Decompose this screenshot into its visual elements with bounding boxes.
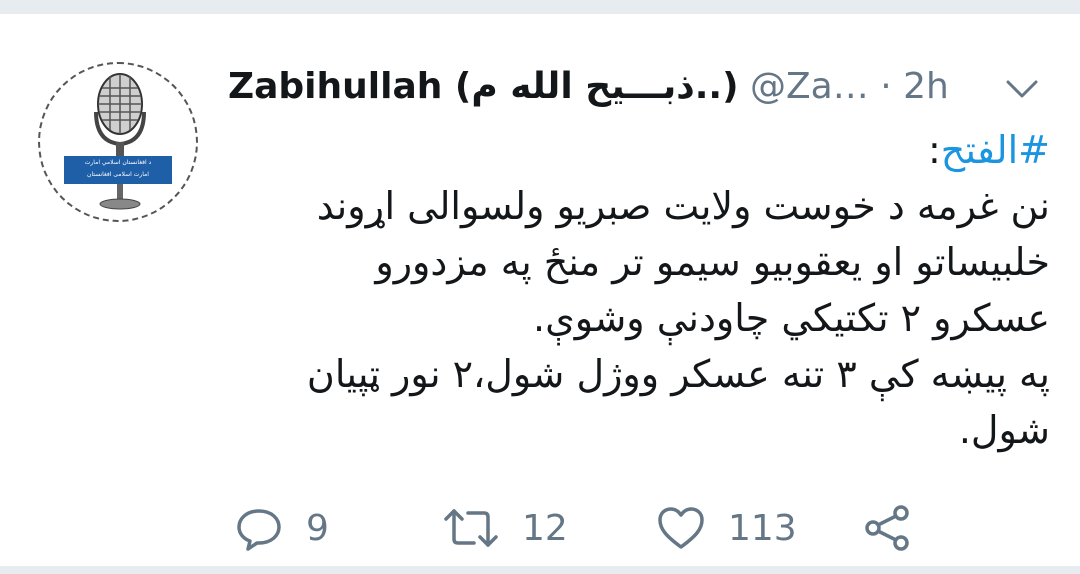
hashtag-line: #الفتح: (280, 122, 1050, 178)
avatar-banner-text-1: د افغانستان اسلامي امارت (84, 159, 152, 166)
hashtag-colon: : (927, 128, 941, 172)
heart-icon (658, 507, 704, 549)
like-button[interactable]: 113 (656, 500, 797, 556)
tweet-text-paragraph-2: په پيښه کې ۳ تنه عسکر ووژل شول،۲ نور ټپي… (306, 352, 1050, 452)
user-handle[interactable]: @Za… (750, 66, 869, 107)
avatar[interactable]: د افغانستان اسلامي امارت امارت اسلامی اف… (38, 62, 198, 222)
display-name[interactable]: Zabihullah (ذبـــیح الله م..) (228, 66, 739, 107)
tweet-actions: 9 12 113 (228, 500, 1028, 556)
tweet-header: Zabihullah (ذبـــیح الله م..) @Za… · 2h (228, 64, 1048, 114)
retweet-icon (444, 509, 498, 547)
more-options-button[interactable] (1002, 72, 1042, 104)
like-count: 113 (728, 507, 797, 549)
bottom-divider (0, 566, 1080, 574)
reply-button[interactable]: 9 (234, 500, 329, 556)
top-divider (0, 0, 1080, 14)
reply-icon (237, 509, 281, 551)
avatar-banner-text-2: امارت اسلامی افغانستان (87, 171, 149, 178)
retweet-count: 12 (522, 507, 568, 549)
retweet-button[interactable]: 12 (442, 500, 568, 556)
share-button[interactable] (862, 500, 934, 556)
tweet-timestamp[interactable]: 2h (903, 66, 949, 107)
share-icon (865, 505, 909, 551)
hashtag-link[interactable]: #الفتح (941, 128, 1050, 172)
reply-count: 9 (306, 507, 329, 549)
microphone-icon (64, 73, 172, 210)
separator-dot: · (880, 66, 892, 107)
tweet-text-paragraph-1: نن غرمه د خوست ولايت صبريو ولسوالی اړوند… (316, 184, 1050, 340)
tweet-text: #الفتح: نن غرمه د خوست ولايت صبريو ولسوا… (280, 122, 1050, 458)
tweet-card[interactable]: د افغانستان اسلامي امارت امارت اسلامی اف… (0, 14, 1080, 566)
chevron-down-icon (1006, 80, 1038, 98)
